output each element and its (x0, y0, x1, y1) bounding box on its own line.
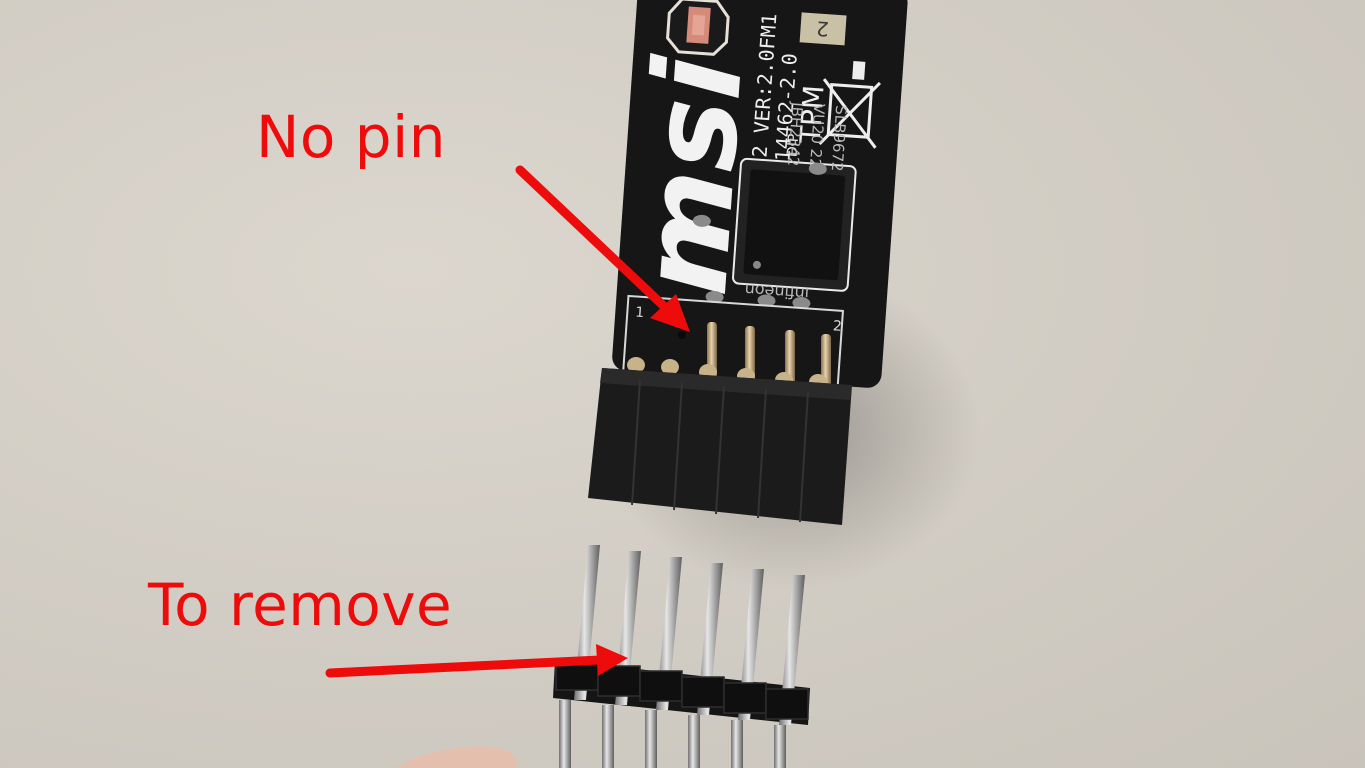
empty-pin-hole (678, 331, 686, 339)
pin2-label: 2 (832, 318, 842, 335)
loose-pin-lower (731, 720, 743, 768)
no-pin-label: No pin (256, 103, 446, 171)
fingertip (395, 746, 517, 768)
connector-housing (588, 368, 852, 525)
loose-pin-lower (602, 705, 614, 768)
loose-pin-lower (774, 725, 786, 768)
to-remove-label: To remove (148, 571, 453, 639)
loose-pin-lower (688, 715, 700, 768)
photo-scene: 2 msi MS-4462 VER:2.0FM1 14462-2.0 TPM D… (325, 0, 980, 768)
cross-marker-icon (666, 0, 730, 56)
loose-pin-lower (645, 710, 657, 768)
tpm-module: 2 msi MS-4462 VER:2.0FM1 14462-2.0 TPM D… (612, 0, 908, 392)
loose-pin-lower (559, 700, 571, 768)
corner-number: 2 (815, 16, 829, 41)
pin1-label: 1 (635, 304, 645, 321)
